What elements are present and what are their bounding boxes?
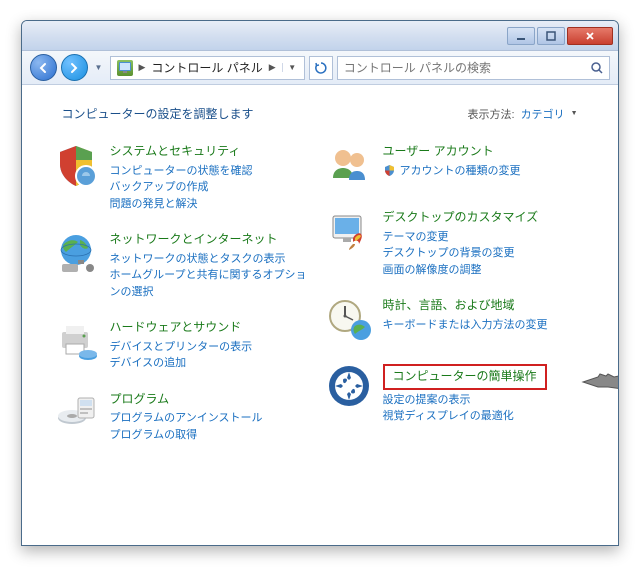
view-by-value[interactable]: カテゴリ: [521, 106, 565, 122]
category-link[interactable]: バックアップの作成: [110, 179, 315, 196]
category-link[interactable]: デバイスの追加: [110, 355, 315, 372]
category-link[interactable]: デバイスとプリンターの表示: [110, 339, 315, 356]
category-programs: プログラム プログラムのアンインストール プログラムの取得: [52, 390, 315, 444]
nav-forward-button[interactable]: [61, 54, 88, 81]
maximize-button[interactable]: [537, 27, 565, 45]
category-link[interactable]: コンピューターの状態を確認: [110, 163, 315, 180]
category-clock-language: 時計、言語、および地域 キーボードまたは入力方法の変更: [325, 296, 588, 344]
titlebar: [22, 21, 618, 51]
programs-icon: [52, 390, 100, 438]
category-title-link[interactable]: プログラム: [110, 392, 315, 408]
refresh-button[interactable]: [309, 56, 333, 80]
nav-back-button[interactable]: [30, 54, 57, 81]
category-network: ネットワークとインターネット ネットワークの状態とタスクの表示 ホームグループと…: [52, 230, 315, 300]
ease-of-access-icon: [325, 362, 373, 410]
minimize-button[interactable]: [507, 27, 535, 45]
crumb-arrow-icon: ▶: [139, 62, 146, 73]
category-link[interactable]: アカウントの種類の変更: [400, 163, 521, 180]
globe-icon: [52, 230, 100, 278]
category-link[interactable]: テーマの変更: [383, 229, 588, 246]
view-by-dropdown-icon[interactable]: ▼: [571, 110, 578, 117]
addressbar: ▼ ▶ コントロール パネル ▶ ▼: [22, 51, 618, 85]
category-link[interactable]: デスクトップの背景の変更: [383, 245, 588, 262]
crumb-arrow-icon: ▶: [269, 62, 276, 73]
close-button[interactable]: [567, 27, 613, 45]
breadcrumb[interactable]: ▶ コントロール パネル ▶ ▼: [110, 56, 305, 80]
category-title-link[interactable]: 時計、言語、および地域: [383, 298, 588, 314]
users-icon: [325, 142, 373, 190]
category-system-security: システムとセキュリティ コンピューターの状態を確認 バックアップの作成 問題の発…: [52, 142, 315, 212]
crumb-text: コントロール パネル: [151, 59, 262, 76]
category-title-link[interactable]: デスクトップのカスタマイズ: [383, 210, 588, 226]
category-link[interactable]: プログラムのアンインストール: [110, 410, 315, 427]
nav-history-dropdown[interactable]: ▼: [92, 58, 106, 78]
column-left: システムとセキュリティ コンピューターの状態を確認 バックアップの作成 問題の発…: [52, 142, 315, 443]
appearance-icon: [325, 208, 373, 256]
shield-icon: [52, 142, 100, 190]
search-input[interactable]: [338, 61, 585, 75]
category-grid: システムとセキュリティ コンピューターの状態を確認 バックアップの作成 問題の発…: [52, 142, 588, 443]
category-title-link[interactable]: システムとセキュリティ: [110, 144, 315, 160]
category-appearance: デスクトップのカスタマイズ テーマの変更 デスクトップの背景の変更 画面の解像度…: [325, 208, 588, 278]
control-panel-window: ▼ ▶ コントロール パネル ▶ ▼ コンピューターの設定を調整します 表示方法…: [21, 20, 619, 546]
content-header: コンピューターの設定を調整します 表示方法: カテゴリ ▼: [52, 105, 588, 122]
category-title-link[interactable]: ネットワークとインターネット: [110, 232, 315, 248]
column-right: ユーザー アカウント アカウントの種類の変更: [325, 142, 588, 443]
highlight-annotation: コンピューターの簡単操作: [383, 364, 547, 390]
crumb-dropdown[interactable]: ▼: [282, 63, 298, 72]
category-link[interactable]: プログラムの取得: [110, 427, 315, 444]
category-title-link[interactable]: ハードウェアとサウンド: [110, 320, 315, 336]
category-link[interactable]: 視覚ディスプレイの最適化: [383, 408, 588, 425]
clock-globe-icon: [325, 296, 373, 344]
pointing-hand-annotation: [578, 362, 619, 402]
content-area: コンピューターの設定を調整します 表示方法: カテゴリ ▼: [22, 85, 618, 545]
category-link[interactable]: ホームグループと共有に関するオプションの選択: [110, 267, 315, 300]
page-title: コンピューターの設定を調整します: [62, 105, 254, 122]
category-link[interactable]: ネットワークの状態とタスクの表示: [110, 251, 315, 268]
category-link[interactable]: 設定の提案の表示: [383, 392, 588, 409]
category-title-link[interactable]: ユーザー アカウント: [383, 144, 588, 160]
category-user-accounts: ユーザー アカウント アカウントの種類の変更: [325, 142, 588, 190]
search-icon: [585, 61, 609, 75]
view-by-label: 表示方法:: [468, 106, 515, 122]
category-hardware: ハードウェアとサウンド デバイスとプリンターの表示 デバイスの追加: [52, 318, 315, 372]
category-link[interactable]: 問題の発見と解決: [110, 196, 315, 213]
category-title-link[interactable]: コンピューターの簡単操作: [393, 369, 537, 385]
category-link[interactable]: キーボードまたは入力方法の変更: [383, 317, 588, 334]
category-ease-of-access: コンピューターの簡単操作 設定の提案の表示 視覚ディスプレイの最適化: [325, 362, 588, 425]
control-panel-icon: [117, 60, 133, 76]
printer-icon: [52, 318, 100, 366]
category-link[interactable]: 画面の解像度の調整: [383, 262, 588, 279]
view-by: 表示方法: カテゴリ ▼: [468, 106, 578, 122]
shield-mini-icon: [383, 164, 396, 177]
search-box[interactable]: [337, 56, 610, 80]
